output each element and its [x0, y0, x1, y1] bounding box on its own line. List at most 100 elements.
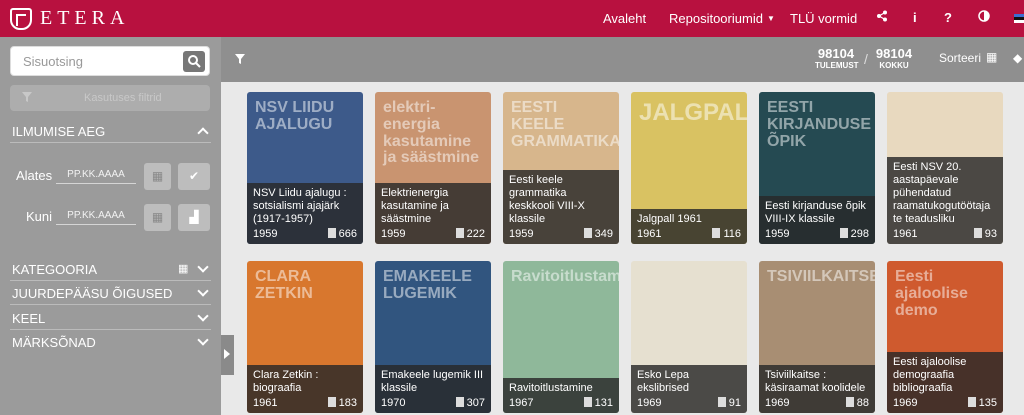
chevron-down-icon[interactable] [197, 310, 209, 322]
card-year: 1969 [765, 397, 790, 409]
count-separator: / [864, 51, 868, 67]
more-icon[interactable]: ◆ [1013, 51, 1022, 65]
result-card[interactable]: TSIVIILKAITSE Tsiviilkaitse : käsiraamat … [759, 261, 875, 413]
card-overlay: Eesti kirjanduse õpik VIII-IX klassile 19… [759, 196, 875, 244]
card-pages: 116 [712, 228, 741, 240]
card-overlay: Eesti NSV 20. aastapäevale pühendatud ra… [887, 157, 1003, 244]
card-pages: 135 [967, 397, 997, 409]
calendar-icon[interactable]: ▦ [144, 163, 171, 190]
logo-text: ETERA [40, 7, 130, 29]
card-title: Emakeele lugemik III klassile [381, 369, 484, 394]
search-icon [188, 55, 201, 68]
result-card[interactable]: EESTI KEELE GRAMMATIKA Eesti keele gramma… [503, 92, 619, 244]
result-card[interactable]: Ravitoitlustamine Ravitoitlustamine 1967 13… [503, 261, 619, 413]
card-year: 1969 [637, 397, 662, 409]
card-title: Ravitoitlustamine [509, 382, 593, 394]
info-icon[interactable]: i [913, 10, 917, 25]
card-year: 1970 [381, 397, 406, 409]
card-year: 1967 [509, 397, 534, 409]
chevron-up-icon[interactable] [197, 127, 209, 139]
chevron-down-icon[interactable] [197, 261, 209, 273]
card-pages: 183 [327, 397, 357, 409]
card-title: Eesti kirjanduse õpik VIII-IX klassile [765, 200, 866, 225]
card-year: 1969 [893, 397, 918, 409]
card-overlay: Eesti keele grammatika keskkooli VIII-X … [503, 170, 619, 244]
cover-text: JALGPALL [639, 99, 747, 126]
page-icon [455, 228, 464, 238]
card-page-count: 91 [728, 397, 741, 409]
from-date-input[interactable] [56, 166, 136, 184]
result-card[interactable]: NSV LIIDU AJALUGU NSV Liidu ajalugu : sot… [247, 92, 363, 244]
language-heading[interactable]: KEEL [12, 311, 45, 326]
arrow-right-icon [224, 349, 230, 359]
publication-date-heading[interactable]: ILMUMISE AEG [12, 124, 105, 139]
results-total-label: KOKKU [879, 61, 909, 70]
keywords-heading[interactable]: MÄRKSÕNAD [12, 335, 96, 350]
card-title: Clara Zetkin : biograafia [253, 369, 319, 394]
sidebar-collapse-toggle[interactable] [221, 335, 234, 375]
card-page-count: 349 [594, 228, 613, 240]
result-card[interactable]: JALGPALL Jalgpall 1961 1961 116 [631, 92, 747, 244]
results-total-count: 98104 [875, 46, 913, 61]
result-card[interactable]: Eesti NSV 20. aastapäevale pühendatud ra… [887, 92, 1003, 244]
nav-tlu-forms-link[interactable]: TLÜ vormid [790, 11, 857, 26]
active-filters-button[interactable]: Kasutuses filtrid [10, 85, 210, 111]
card-pages: 307 [455, 397, 485, 409]
result-card[interactable]: CLARA ZETKIN Clara Zetkin : biograafia 196… [247, 261, 363, 413]
chevron-down-icon[interactable] [197, 334, 209, 346]
card-title: NSV Liidu ajalugu : sotsialismi ajajärk … [253, 187, 347, 225]
card-pages: 349 [583, 228, 613, 240]
cover-text: NSV LIIDU AJALUGU [255, 99, 335, 133]
to-date-input[interactable] [56, 207, 136, 225]
calendar-icon[interactable]: ▦ [144, 204, 171, 231]
apply-checkmark-icon[interactable]: ✔ [178, 163, 210, 190]
card-pages: 666 [327, 228, 357, 240]
result-card[interactable]: Eesti ajaloolise demo Eesti ajaloolise de… [887, 261, 1003, 413]
card-page-count: 307 [466, 397, 485, 409]
card-title: Eesti ajaloolise demograafia bibliograaf… [893, 356, 967, 394]
card-overlay: Esko Lepa ekslibrised 1969 91 [631, 365, 747, 413]
card-year: 1961 [253, 397, 278, 409]
divider [10, 280, 211, 281]
filter-icon[interactable] [235, 54, 245, 64]
flag-icon[interactable] [1014, 14, 1024, 23]
divider [10, 142, 211, 143]
calendar-icon[interactable]: ▦ [986, 50, 997, 64]
etera-logo[interactable]: ETERA [10, 7, 129, 30]
card-pages: 222 [455, 228, 485, 240]
cover-text: TSIVIILKAITSE [767, 268, 875, 285]
share-icon[interactable] [876, 10, 888, 25]
nav-repositories-dropdown[interactable]: Repositooriumid ▼ [669, 11, 775, 26]
divider [10, 304, 211, 305]
sort-button[interactable]: Sorteeri [939, 51, 981, 65]
caret-down-icon: ▼ [766, 14, 775, 23]
page-icon [967, 397, 976, 407]
nav-home-link[interactable]: Avaleht [603, 11, 646, 26]
top-bar: ETERA Avaleht Repositooriumid ▼ TLÜ vormi… [0, 0, 1024, 37]
category-heading[interactable]: KATEGOORIA [12, 262, 97, 277]
card-overlay: Clara Zetkin : biograafia 1961 183 [247, 365, 363, 413]
card-title: Elektrienergia kasutamine ja säästmine [381, 187, 449, 225]
page-icon [839, 228, 848, 238]
card-page-count: 298 [850, 228, 869, 240]
help-icon[interactable]: ? [944, 10, 952, 25]
contrast-icon[interactable] [978, 10, 990, 25]
card-title: Jalgpall 1961 [637, 213, 702, 225]
access-rights-heading[interactable]: JUURDEPÄÄSU ÕIGUSED [12, 286, 172, 301]
chart-icon[interactable]: ▟ [178, 204, 210, 231]
result-card[interactable]: elektri-energia kasutamine ja säästmine E… [375, 92, 491, 244]
filter-icon [22, 92, 32, 102]
chevron-down-icon[interactable] [197, 285, 209, 297]
card-overlay: NSV Liidu ajalugu : sotsialismi ajajärk … [247, 183, 363, 244]
grid-view-icon[interactable]: ▦ [178, 262, 188, 275]
card-page-count: 93 [984, 228, 997, 240]
active-filters-label: Kasutuses filtrid [84, 92, 162, 104]
search-input[interactable] [11, 47, 181, 75]
result-card[interactable]: EMAKEELE LUGEMIK Emakeele lugemik III kla… [375, 261, 491, 413]
result-card[interactable]: Esko Lepa ekslibrised 1969 91 [631, 261, 747, 413]
card-pages: 131 [583, 397, 613, 409]
search-button[interactable] [183, 51, 205, 72]
result-card[interactable]: EESTI KIRJANDUSE ÕPIK Eesti kirjanduse õp… [759, 92, 875, 244]
card-pages: 88 [845, 397, 869, 409]
card-title: Esko Lepa ekslibrised [637, 369, 689, 394]
